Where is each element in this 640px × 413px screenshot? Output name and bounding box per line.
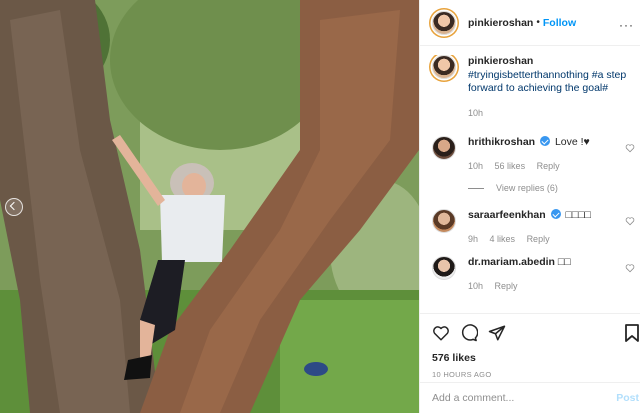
tree-photo-illustration bbox=[0, 0, 419, 413]
caption-time: 10h bbox=[468, 107, 484, 118]
heart-icon[interactable] bbox=[432, 324, 450, 342]
comment-item: dr.mariam.abedin □□ 10h Reply bbox=[432, 256, 640, 291]
header-username[interactable]: pinkieroshan bbox=[468, 17, 533, 29]
avatar[interactable] bbox=[432, 209, 456, 233]
avatar[interactable] bbox=[432, 256, 456, 280]
like-comment-heart-icon[interactable] bbox=[625, 143, 635, 153]
caption: pinkieroshan #tryingisbetterthannothing … bbox=[432, 55, 640, 120]
comment-time: 10h bbox=[468, 281, 484, 291]
avatar[interactable] bbox=[432, 55, 456, 79]
more-icon[interactable]: ··· bbox=[619, 18, 634, 32]
verified-icon bbox=[550, 209, 561, 219]
carousel-prev-icon[interactable] bbox=[5, 198, 23, 216]
comment-icon[interactable] bbox=[460, 324, 478, 342]
comment-input[interactable] bbox=[432, 392, 602, 404]
comment-time: 9h bbox=[468, 234, 479, 244]
caption-text[interactable]: #tryingisbetterthannothing #a step forwa… bbox=[468, 69, 626, 95]
comment-text: Love ! bbox=[554, 136, 584, 148]
comment-text: □□□□ bbox=[565, 209, 591, 221]
reply-button[interactable]: Reply bbox=[537, 161, 560, 171]
comment-username[interactable]: dr.mariam.abedin bbox=[468, 256, 555, 268]
posted-time: 10 HOURS AGO bbox=[432, 370, 492, 379]
likes-count[interactable]: 576 likes bbox=[432, 352, 640, 364]
comment-likes[interactable]: 56 likes bbox=[495, 161, 526, 171]
view-replies-label: View replies (6) bbox=[496, 183, 558, 193]
verified-icon bbox=[540, 136, 551, 146]
comment-composer: Post bbox=[420, 382, 640, 413]
bookmark-icon[interactable] bbox=[625, 324, 639, 342]
comment-item: hrithikroshan Love !♥ 10h 56 likes Reply bbox=[432, 136, 640, 171]
comment-username[interactable]: saraarfeenkhan bbox=[468, 209, 546, 221]
caption-username[interactable]: pinkieroshan bbox=[468, 55, 533, 67]
post-photo[interactable] bbox=[0, 0, 419, 413]
like-comment-heart-icon[interactable] bbox=[625, 216, 635, 226]
post-comment-button[interactable]: Post bbox=[616, 392, 639, 404]
header-separator: • bbox=[536, 17, 540, 28]
share-icon[interactable] bbox=[488, 324, 506, 342]
comment-text: □□ bbox=[557, 256, 571, 268]
comment-likes[interactable]: 4 likes bbox=[490, 234, 516, 244]
post-side-panel: pinkieroshan • Follow ··· pinkieroshan #… bbox=[419, 0, 640, 413]
comment-time: 10h bbox=[468, 161, 484, 171]
reply-button[interactable]: Reply bbox=[495, 281, 518, 291]
post-actions: 576 likes 10 HOURS AGO bbox=[420, 313, 640, 379]
avatar[interactable] bbox=[432, 136, 456, 160]
divider bbox=[468, 187, 484, 189]
view-replies-button[interactable]: View replies (6) bbox=[468, 183, 640, 193]
follow-button[interactable]: Follow bbox=[543, 17, 576, 29]
like-comment-heart-icon[interactable] bbox=[625, 263, 635, 273]
comment-username[interactable]: hrithikroshan bbox=[468, 136, 535, 148]
comments-list[interactable]: pinkieroshan #tryingisbetterthannothing … bbox=[420, 55, 640, 313]
reply-button[interactable]: Reply bbox=[527, 234, 550, 244]
post-header: pinkieroshan • Follow ··· bbox=[420, 0, 640, 46]
avatar[interactable] bbox=[432, 10, 456, 35]
comment-item: saraarfeenkhan □□□□ 9h 4 likes Reply bbox=[432, 209, 640, 244]
heart-emoji-icon: ♥ bbox=[583, 136, 590, 148]
